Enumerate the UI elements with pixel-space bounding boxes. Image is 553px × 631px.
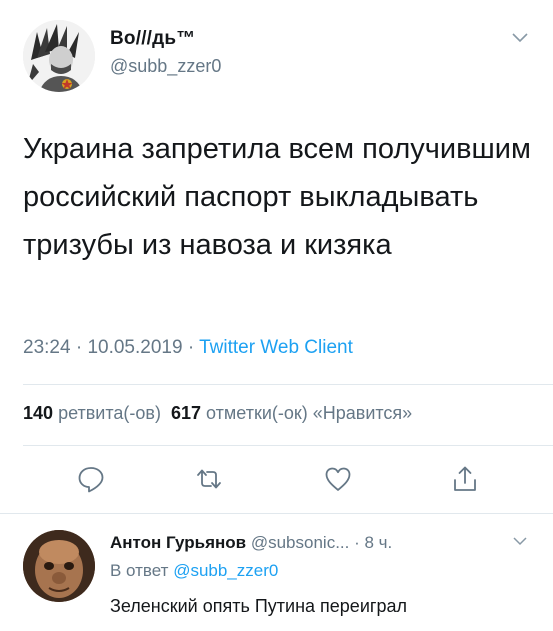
divider (23, 445, 553, 446)
reply-context: В ответ @subb_zzer0 (110, 561, 278, 581)
reply-text: Зеленский опять Путина переиграл (110, 596, 407, 616)
reply-prefix: В ответ (110, 561, 169, 580)
retweets-label: ретвита(-ов) (58, 403, 161, 423)
avatar-image (23, 20, 95, 92)
reply-icon[interactable] (76, 464, 106, 494)
like-icon[interactable] (323, 464, 353, 494)
divider (23, 384, 553, 385)
reply-to-link[interactable]: @subb_zzer0 (173, 561, 278, 580)
meta-separator: · (187, 337, 195, 358)
reply-author-handle[interactable]: @subsonic... (251, 533, 350, 552)
avatar-image (23, 530, 95, 602)
tweet-text: Украина запретила всем получившим россий… (23, 133, 531, 261)
tweet-stats: 140 ретвита(-ов) 617 отметки(-ок) «Нрави… (23, 403, 412, 424)
tweet-meta: 23:24 · 10.05.2019 · Twitter Web Client (23, 337, 353, 359)
tweet-time[interactable]: 23:24 (23, 337, 71, 358)
likes-label: отметки(-ок) «Нравится» (206, 403, 413, 423)
author-display-name[interactable]: Во///дь™ (110, 28, 196, 50)
likes-count: 617 (170, 403, 202, 423)
retweet-icon[interactable] (194, 464, 224, 494)
reply-author-avatar[interactable] (23, 530, 95, 602)
share-icon[interactable] (450, 464, 480, 494)
reply-author-name[interactable]: Антон Гурьянов (110, 533, 246, 552)
likes-stat[interactable]: 617 отметки(-ок) «Нравится» (171, 403, 412, 423)
section-divider (0, 513, 553, 514)
chevron-down-icon[interactable] (512, 33, 528, 43)
reply-header: Антон Гурьянов @subsonic... · 8 ч. (110, 533, 392, 553)
author-handle[interactable]: @subb_zzer0 (110, 56, 221, 77)
retweets-count: 140 (23, 403, 54, 423)
action-bar (0, 464, 553, 498)
tweet-client-link[interactable]: Twitter Web Client (199, 337, 353, 358)
meta-separator: · (75, 337, 83, 358)
reply-time[interactable]: · 8 ч. (354, 533, 392, 552)
tweet-date[interactable]: 10.05.2019 (87, 337, 182, 358)
retweets-stat[interactable]: 140 ретвита(-ов) (23, 403, 161, 423)
chevron-down-icon[interactable] (513, 537, 527, 546)
author-avatar[interactable] (23, 20, 95, 92)
